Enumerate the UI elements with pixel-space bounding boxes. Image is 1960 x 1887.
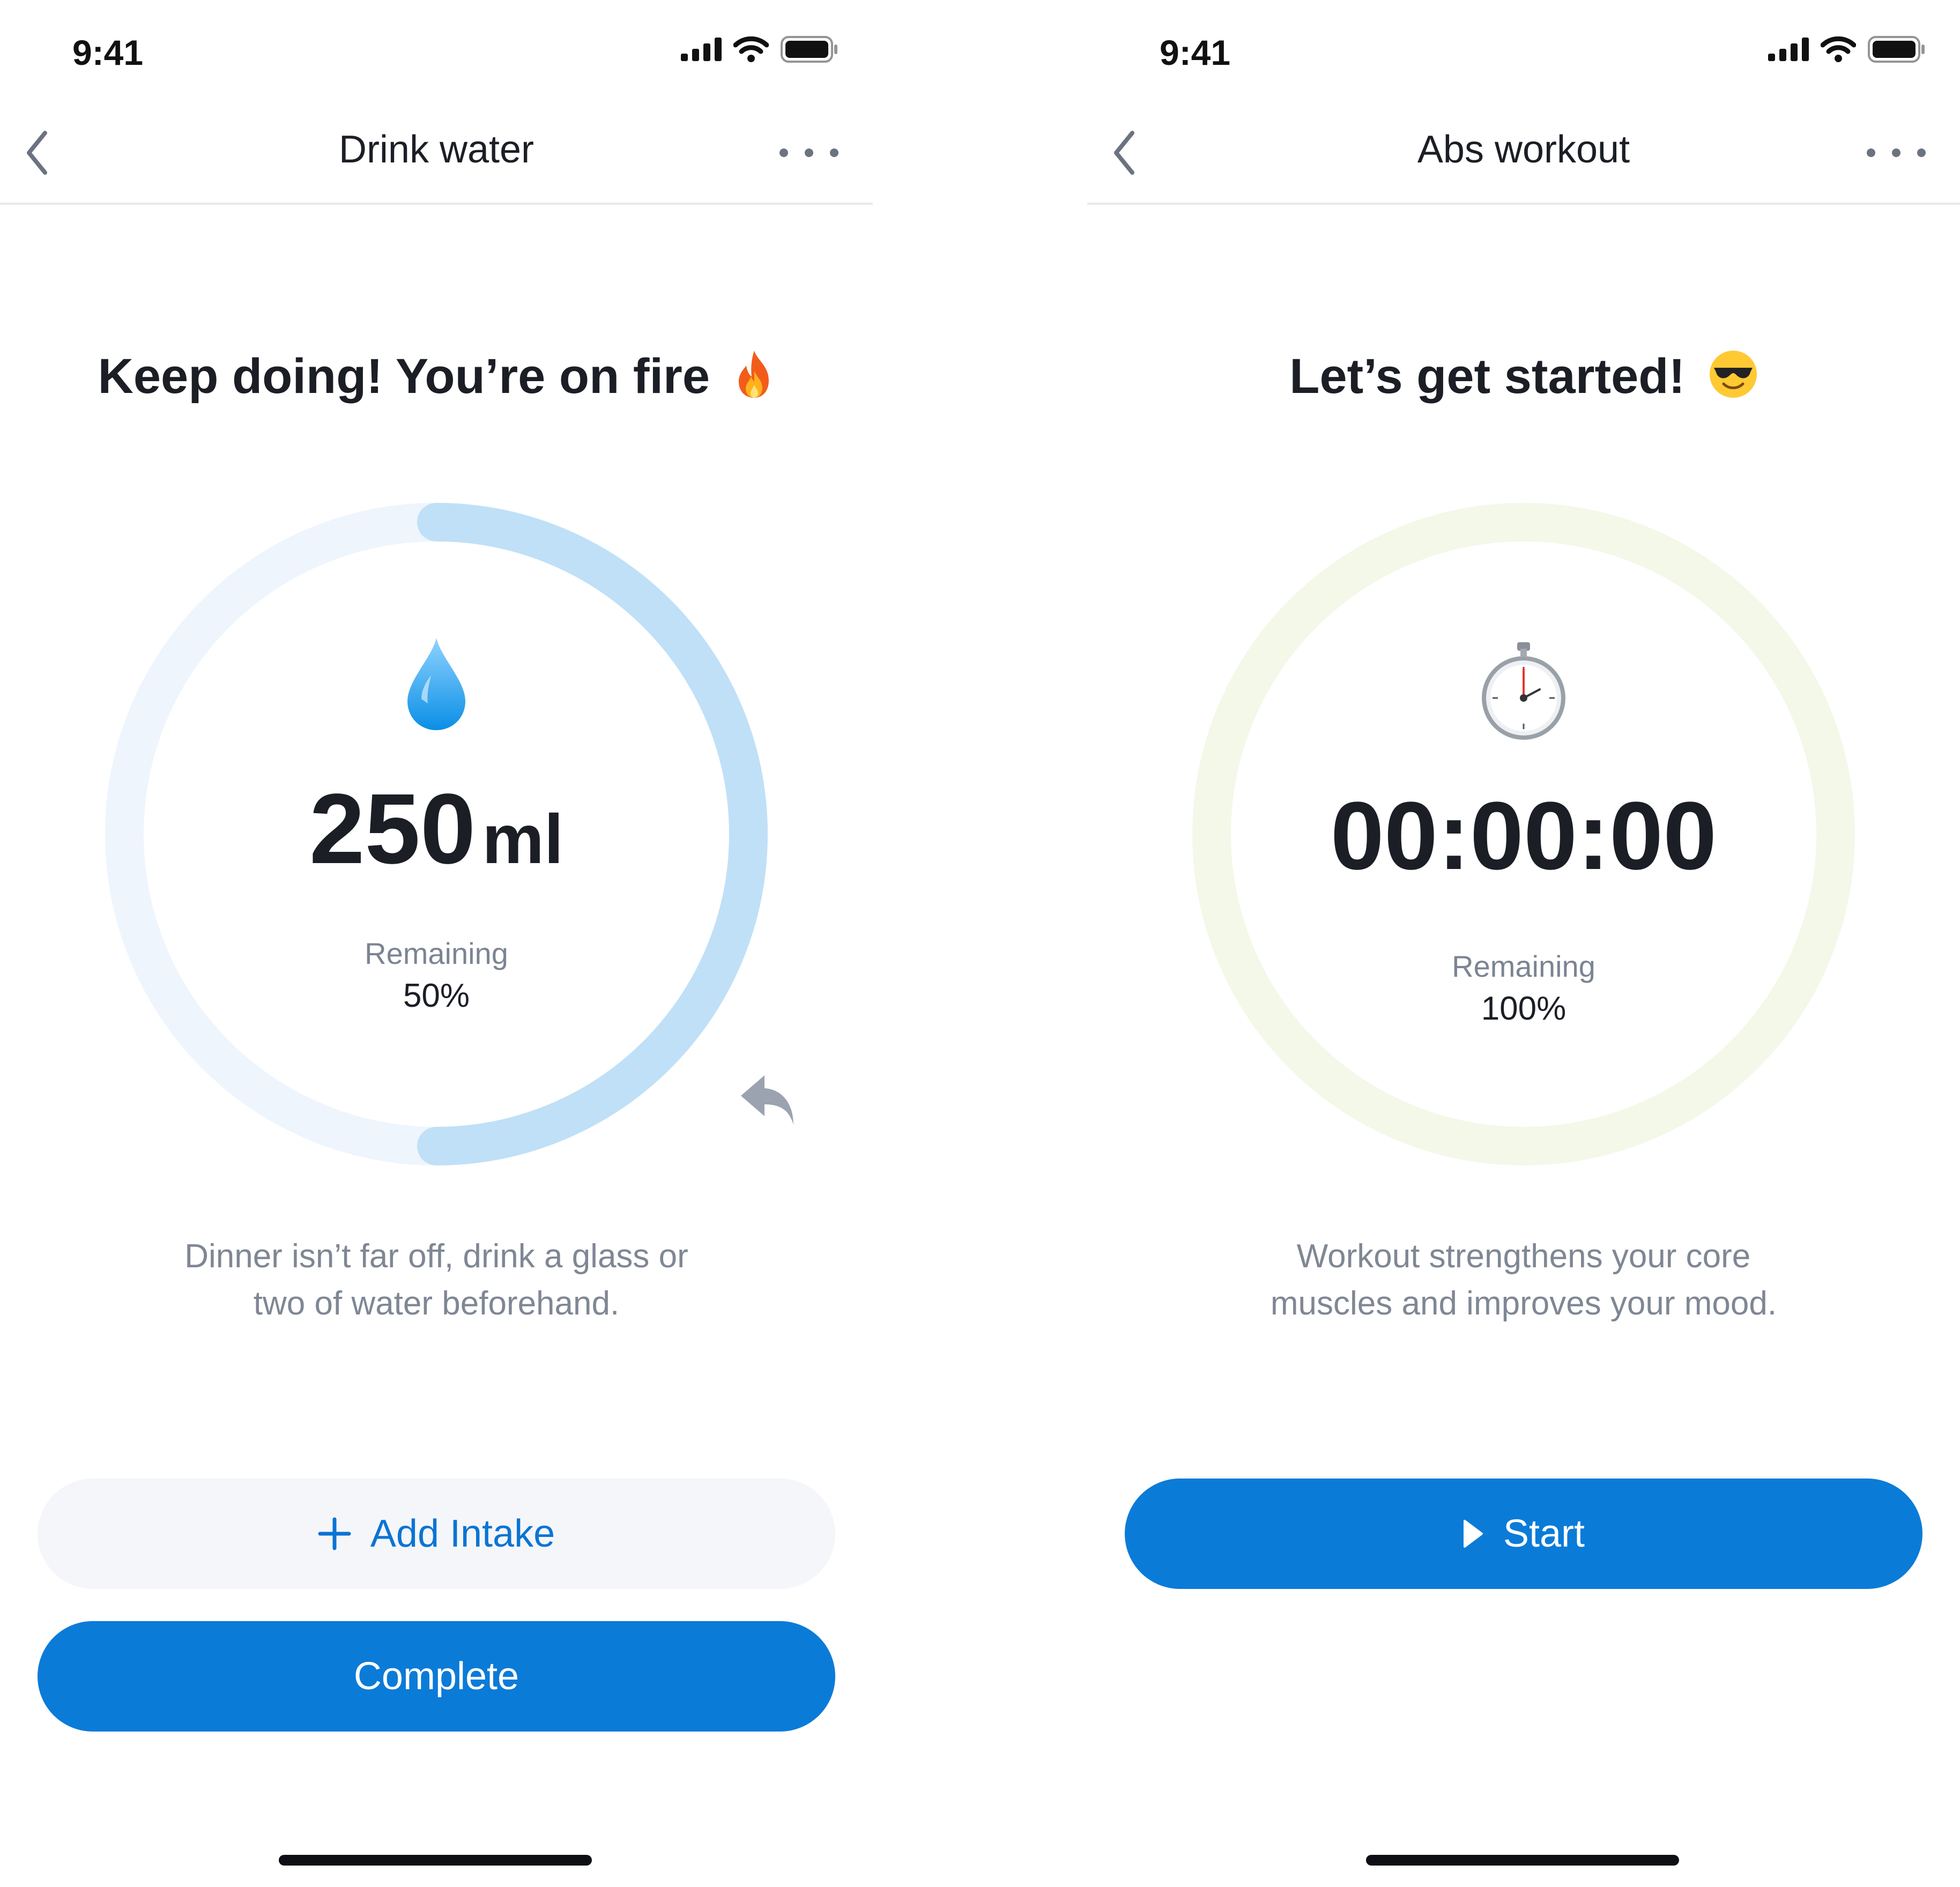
undo-button[interactable] bbox=[734, 1067, 799, 1131]
headline: Keep doing! You’re on fire bbox=[0, 348, 873, 411]
fire-emoji-icon bbox=[733, 350, 775, 411]
remaining-value: 50% bbox=[403, 977, 470, 1014]
abs-workout-screen: 9:41 Abs workout Let’s get started! 00:0… bbox=[1087, 0, 1960, 1887]
page-title: Abs workout bbox=[1417, 128, 1630, 171]
battery-icon bbox=[781, 35, 838, 65]
more-options-button[interactable] bbox=[1867, 139, 1926, 166]
more-options-button[interactable] bbox=[779, 139, 838, 166]
status-time: 9:41 bbox=[1160, 33, 1231, 72]
tip-description: Dinner isn’t far off, drink a glass or t… bbox=[115, 1233, 758, 1327]
start-label: Start bbox=[1503, 1512, 1585, 1555]
ellipsis-icon bbox=[779, 148, 788, 157]
battery-icon bbox=[1868, 35, 1926, 65]
tip-description: Workout strengthens your core muscles an… bbox=[1202, 1233, 1845, 1327]
ellipsis-icon bbox=[1867, 148, 1875, 157]
undo-arrow-icon bbox=[741, 1075, 793, 1125]
drink-water-screen: 9:41 Drink water Keep doing! You’re on f… bbox=[0, 0, 873, 1887]
remaining-label: Remaining bbox=[365, 937, 508, 970]
add-intake-label: Add Intake bbox=[370, 1512, 555, 1555]
stopwatch-icon bbox=[1087, 641, 1960, 742]
headline-text: Let’s get started! bbox=[1289, 349, 1686, 404]
headline: Let’s get started! bbox=[1087, 348, 1960, 411]
wifi-icon bbox=[1820, 36, 1857, 65]
intake-amount: 250ml bbox=[0, 772, 873, 886]
sunglasses-smiley-emoji-icon bbox=[1709, 350, 1758, 411]
cellular-signal-icon bbox=[681, 37, 722, 64]
status-time: 9:41 bbox=[72, 33, 144, 72]
wifi-icon bbox=[733, 36, 769, 65]
page-title: Drink water bbox=[338, 128, 534, 171]
remaining-label: Remaining bbox=[1452, 949, 1595, 983]
complete-button[interactable]: Complete bbox=[38, 1621, 835, 1732]
complete-label: Complete bbox=[353, 1655, 519, 1698]
timer-display: 00:00:00 bbox=[1330, 782, 1717, 890]
home-indicator[interactable] bbox=[279, 1855, 592, 1866]
tip-line-2: muscles and improves your mood. bbox=[1270, 1285, 1777, 1322]
water-drop-icon bbox=[0, 636, 873, 731]
tip-line-1: Workout strengthens your core bbox=[1296, 1238, 1751, 1275]
intake-value: 250 bbox=[309, 774, 476, 885]
add-intake-button[interactable]: Add Intake bbox=[38, 1479, 835, 1589]
plus-icon bbox=[318, 1517, 351, 1550]
play-icon bbox=[1462, 1519, 1484, 1549]
nav-divider bbox=[1087, 203, 1960, 205]
start-button[interactable]: Start bbox=[1125, 1479, 1922, 1589]
headline-text: Keep doing! You’re on fire bbox=[98, 349, 710, 404]
home-indicator[interactable] bbox=[1366, 1855, 1679, 1866]
tip-line-2: two of water beforehand. bbox=[253, 1285, 620, 1322]
intake-unit: ml bbox=[482, 800, 564, 878]
tip-line-1: Dinner isn’t far off, drink a glass or bbox=[184, 1238, 688, 1275]
remaining-value: 100% bbox=[1481, 990, 1566, 1027]
cellular-signal-icon bbox=[1768, 37, 1809, 64]
nav-divider bbox=[0, 203, 873, 205]
